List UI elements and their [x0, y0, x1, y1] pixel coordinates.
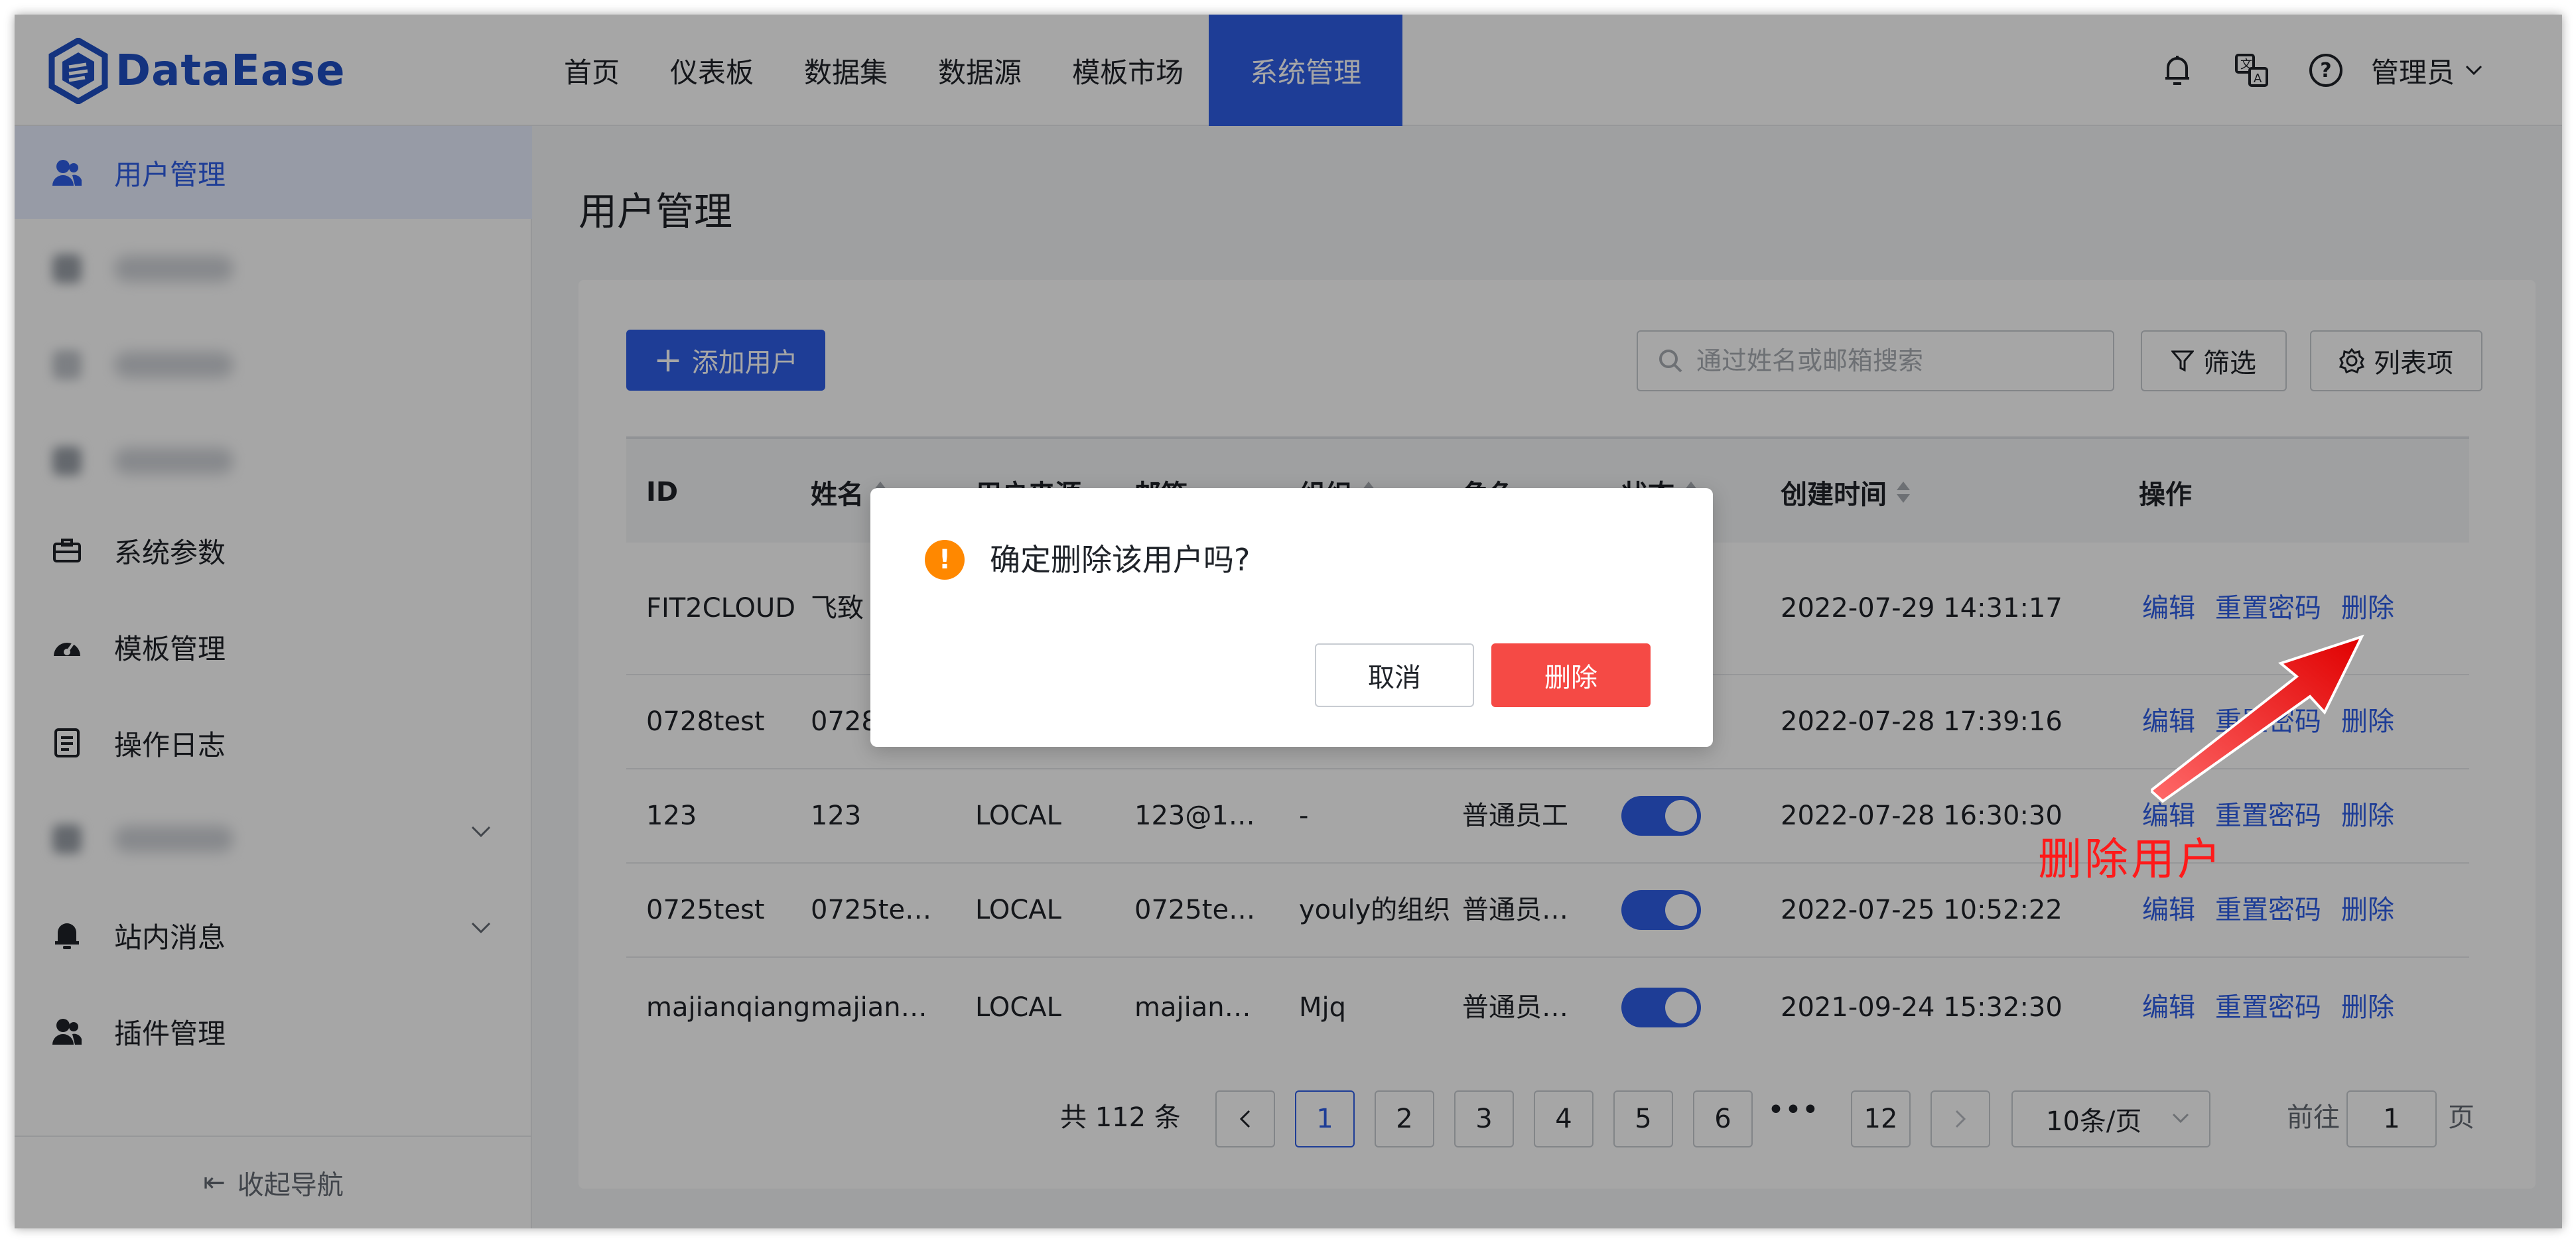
confirm-delete-dialog: ! 确定删除该用户吗? 取消 删除: [870, 488, 1713, 747]
cancel-button[interactable]: 取消: [1315, 643, 1474, 707]
annotation-arrow-icon: [2151, 634, 2364, 803]
annotation-label: 删除用户: [2038, 834, 2224, 885]
confirm-delete-button[interactable]: 删除: [1491, 643, 1651, 707]
warning-icon: !: [925, 540, 965, 580]
dialog-message: 确定删除该用户吗?: [990, 542, 1251, 578]
app-window: DataEase 首页 仪表板 数据集 数据源 模板市场 系统管理 文A ? 管…: [15, 15, 2562, 1228]
